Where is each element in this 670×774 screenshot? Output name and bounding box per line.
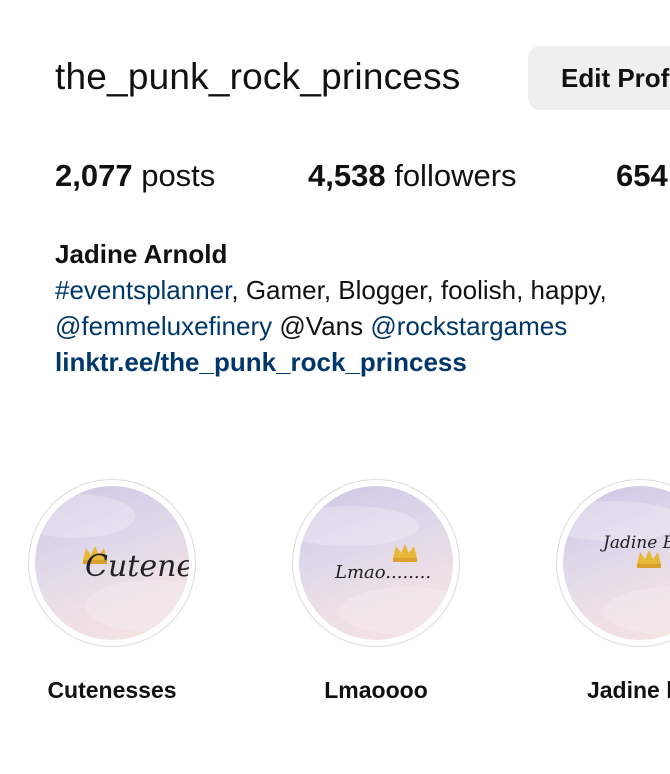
posts-label: posts <box>141 158 216 193</box>
followers-label: followers <box>394 158 517 193</box>
highlight-cover-text: Jadine Being...... <box>600 533 670 553</box>
followers-count: 4,538 <box>308 158 386 193</box>
posts-stat[interactable]: 2,077 posts <box>55 158 215 194</box>
highlight-ring: Lmao........ <box>292 479 460 647</box>
highlight-cutenesses[interactable]: Cuteness Cutenesses <box>27 479 197 704</box>
followers-stat[interactable]: 4,538 followers <box>308 158 517 194</box>
highlight-cover-text: Cuteness <box>85 549 189 584</box>
highlight-cover: Lmao........ <box>299 486 453 640</box>
highlight-lmaoooo[interactable]: Lmao........ Lmaoooo <box>291 479 461 704</box>
mention-link-rockstargames[interactable]: @rockstargames <box>370 311 567 341</box>
hashtag-link[interactable]: #eventsplanner <box>55 275 231 305</box>
profile-bio: Jadine Arnold #eventsplanner, Gamer, Blo… <box>55 236 607 380</box>
mention-link-femmeluxefinery[interactable]: @femmeluxefinery <box>55 311 272 341</box>
highlight-cover-art: Lmao........ <box>299 506 453 635</box>
highlight-cover: Jadine Being...... <box>563 486 670 640</box>
profile-stats: 2,077 posts 4,538 followers 654 <box>0 158 670 198</box>
highlight-ring: Jadine Being...... <box>556 479 670 647</box>
highlight-jadine-being[interactable]: Jadine Being...... Jadine be <box>555 479 670 704</box>
following-count: 654 <box>616 158 668 193</box>
full-name: Jadine Arnold <box>55 239 228 269</box>
profile-username: the_punk_rock_princess <box>55 56 461 97</box>
highlight-ring: Cuteness <box>28 479 196 647</box>
highlight-cover-text: Lmao........ <box>334 562 431 583</box>
highlight-cover-art: Jadine Being...... <box>563 501 670 635</box>
posts-count: 2,077 <box>55 158 133 193</box>
highlight-cover-art: Cuteness <box>35 494 189 632</box>
bio-text: , Gamer, Blogger, foolish, happy, <box>231 275 607 305</box>
bio-line-2: @femmeluxefinery @Vans @rockstargames <box>55 308 607 344</box>
following-stat[interactable]: 654 <box>616 158 668 194</box>
highlight-label: Jadine be <box>586 677 670 703</box>
external-link[interactable]: linktr.ee/the_punk_rock_princess <box>55 344 607 380</box>
profile-page: the_punk_rock_princess Edit Profile 2,07… <box>0 0 670 774</box>
highlight-label: Cutenesses <box>47 677 177 703</box>
edit-profile-button[interactable]: Edit Profile <box>528 46 670 110</box>
highlight-label: Lmaoooo <box>324 677 428 703</box>
bio-line-1: #eventsplanner, Gamer, Blogger, foolish,… <box>55 272 607 308</box>
crown-icon <box>393 544 417 562</box>
mention-text-vans: @Vans <box>272 311 371 341</box>
highlight-cover: Cuteness <box>35 486 189 640</box>
